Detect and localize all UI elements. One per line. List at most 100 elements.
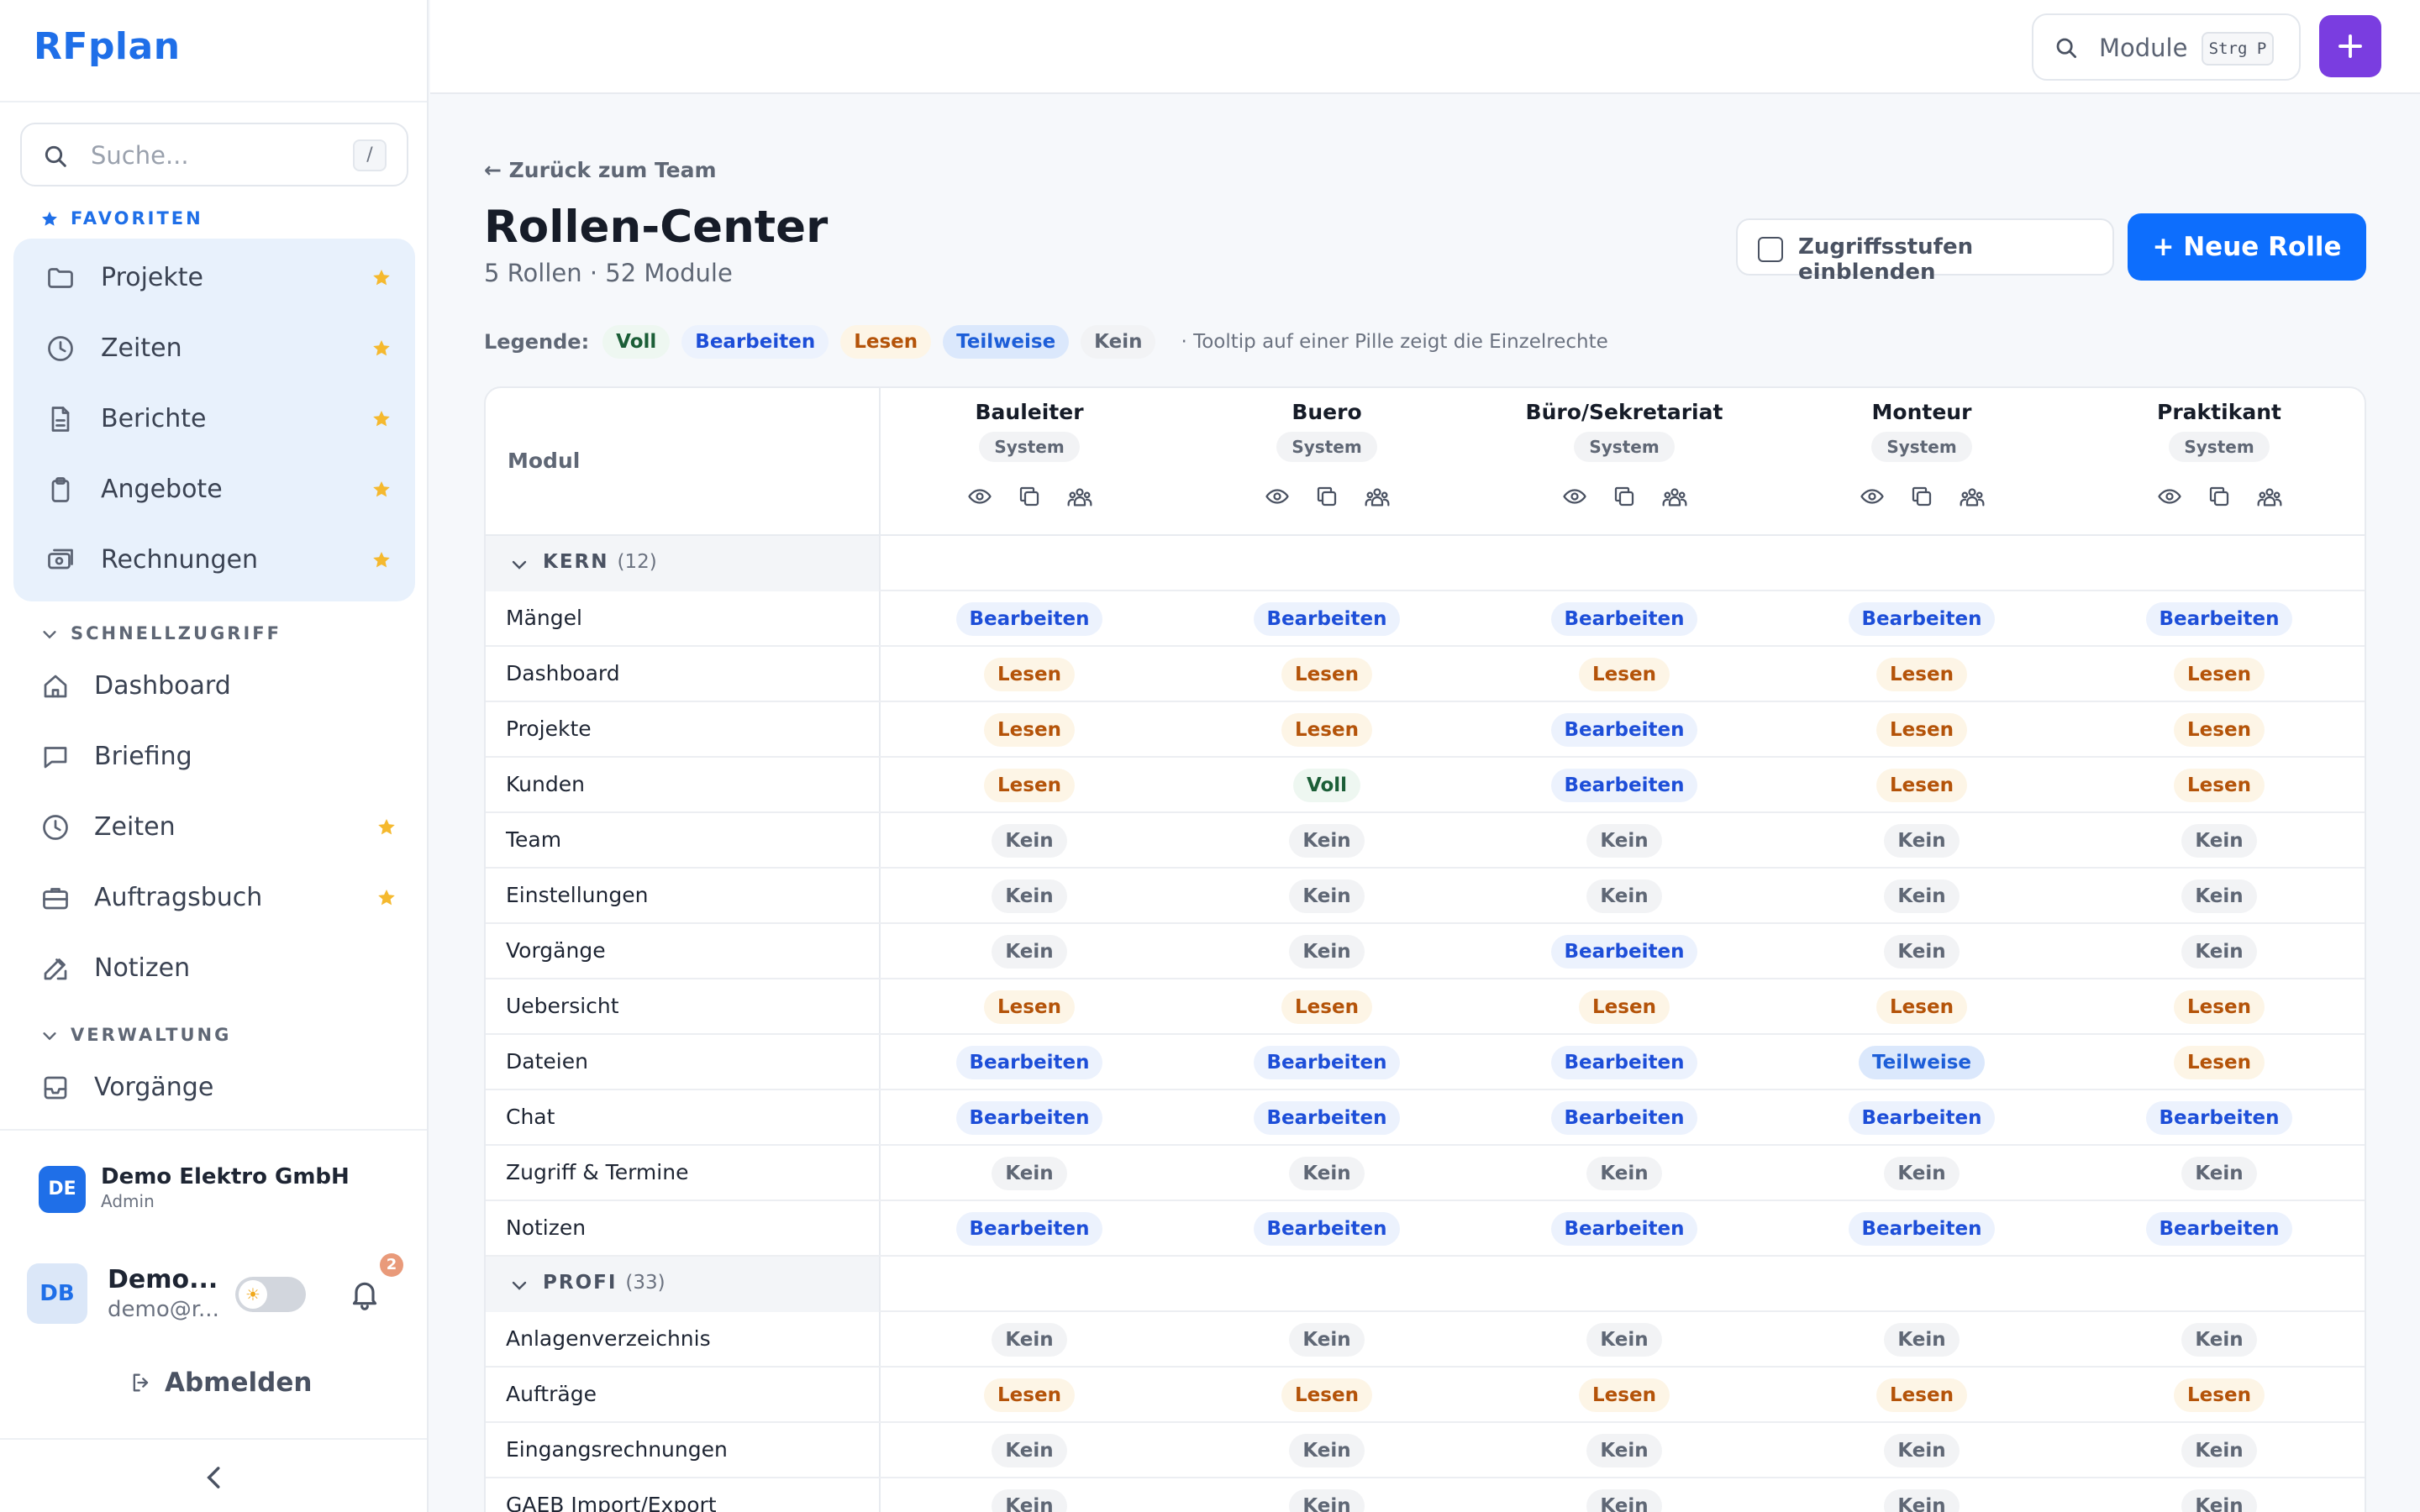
permission-pill[interactable]: Kein (1289, 1434, 1365, 1467)
permission-pill[interactable]: Kein (992, 1323, 1067, 1357)
permission-pill[interactable]: Kein (1289, 935, 1365, 969)
copy-icon[interactable] (1909, 484, 1934, 511)
permission-pill[interactable]: Kein (992, 935, 1067, 969)
chevron-down-icon[interactable] (509, 1275, 529, 1295)
permission-pill[interactable]: Kein (1586, 879, 1662, 913)
permission-pill[interactable]: Kein (2181, 935, 2257, 969)
permission-pill[interactable]: Lesen (984, 990, 1075, 1024)
role-name[interactable]: Monteur (1773, 400, 2070, 424)
permission-pill[interactable]: Kein (1289, 1323, 1365, 1357)
chevron-down-icon[interactable] (40, 1026, 59, 1045)
chevron-down-icon[interactable] (509, 554, 529, 575)
permission-pill[interactable]: Bearbeiten (955, 1101, 1103, 1135)
permission-pill[interactable]: Lesen (984, 713, 1075, 747)
permission-pill[interactable]: Kein (2181, 879, 2257, 913)
permission-pill[interactable]: Lesen (1579, 658, 1670, 691)
permission-pill[interactable]: Kein (992, 1157, 1067, 1190)
permission-pill[interactable]: Kein (1586, 1434, 1662, 1467)
permission-pill[interactable]: Lesen (1281, 713, 1372, 747)
permission-pill[interactable]: Bearbeiten (1253, 1212, 1401, 1246)
permission-pill[interactable]: Kein (992, 1434, 1067, 1467)
permission-pill[interactable]: Bearbeiten (1550, 602, 1698, 636)
theme-toggle[interactable]: ☀ (235, 1277, 306, 1312)
users-icon[interactable] (1066, 484, 1093, 511)
sidebar-item-berichte[interactable]: Berichte (13, 390, 415, 449)
permission-pill[interactable]: Bearbeiten (1253, 1046, 1401, 1079)
permission-pill[interactable]: Lesen (2174, 1046, 2265, 1079)
sidebar-item-zeiten[interactable]: Zeiten (13, 798, 415, 857)
sidebar-item-dashboard[interactable]: Dashboard (13, 657, 415, 716)
role-name[interactable]: Praktikant (2070, 400, 2365, 424)
permission-pill[interactable]: Bearbeiten (955, 602, 1103, 636)
permission-pill[interactable]: Kein (2181, 1323, 2257, 1357)
users-icon[interactable] (1959, 484, 1986, 511)
permission-pill[interactable]: Kein (1586, 824, 1662, 858)
eye-icon[interactable] (1860, 484, 1885, 511)
permission-pill[interactable]: Lesen (1876, 1378, 1967, 1412)
role-name[interactable]: Bauleiter (881, 400, 1178, 424)
eye-icon[interactable] (967, 484, 992, 511)
permission-pill[interactable]: Kein (1289, 879, 1365, 913)
sidebar-item-auftragsbuch[interactable]: Auftragsbuch (13, 869, 415, 927)
group-row-kern[interactable]: KERN (12) (486, 536, 2365, 591)
permission-pill[interactable]: Bearbeiten (1848, 602, 1996, 636)
permission-pill[interactable]: Lesen (984, 1378, 1075, 1412)
permission-pill[interactable]: Bearbeiten (1550, 769, 1698, 802)
permission-pill[interactable]: Kein (1884, 1323, 1960, 1357)
permission-pill[interactable]: Kein (992, 879, 1067, 913)
permission-pill[interactable]: Kein (1884, 1489, 1960, 1512)
permission-pill[interactable]: Kein (1586, 1323, 1662, 1357)
back-link[interactable]: ← Zurück zum Team (484, 158, 717, 182)
permission-pill[interactable]: Kein (992, 824, 1067, 858)
permission-pill[interactable]: Bearbeiten (955, 1046, 1103, 1079)
permission-pill[interactable]: Kein (1289, 1489, 1365, 1512)
sidebar-item-projekte[interactable]: Projekte (13, 249, 415, 307)
eye-icon[interactable] (1265, 484, 1290, 511)
star-icon[interactable] (371, 480, 392, 500)
permission-pill[interactable]: Lesen (1281, 658, 1372, 691)
permission-pill[interactable]: Bearbeiten (955, 1212, 1103, 1246)
permission-pill[interactable]: Bearbeiten (1848, 1101, 1996, 1135)
permission-pill[interactable]: Kein (1586, 1489, 1662, 1512)
permission-pill[interactable]: Lesen (1876, 990, 1967, 1024)
bell-icon[interactable] (348, 1277, 381, 1310)
collapse-sidebar-icon[interactable] (198, 1462, 230, 1494)
role-name[interactable]: Buero (1178, 400, 1476, 424)
chevron-down-icon[interactable] (40, 625, 59, 643)
org-name[interactable]: Demo Elektro GmbH (101, 1164, 350, 1189)
permission-pill[interactable]: Bearbeiten (2145, 1212, 2293, 1246)
sidebar-item-zeiten[interactable]: Zeiten (13, 319, 415, 378)
brand-logo[interactable]: RFplan (34, 25, 181, 68)
users-icon[interactable] (1661, 484, 1688, 511)
create-button[interactable] (2319, 15, 2381, 77)
org-avatar[interactable]: DE (39, 1166, 86, 1213)
permission-pill[interactable]: Bearbeiten (1550, 935, 1698, 969)
permission-pill[interactable]: Teilweise (1858, 1046, 1986, 1079)
sidebar-item-notizen[interactable]: Notizen (13, 939, 415, 998)
permission-pill[interactable]: Lesen (1876, 658, 1967, 691)
group-row-profi[interactable]: PROFI (33) (486, 1257, 2365, 1312)
permission-pill[interactable]: Bearbeiten (1550, 713, 1698, 747)
permission-pill[interactable]: Lesen (2174, 769, 2265, 802)
permission-pill[interactable]: Lesen (984, 769, 1075, 802)
permission-pill[interactable]: Bearbeiten (1550, 1046, 1698, 1079)
permission-pill[interactable]: Lesen (1579, 990, 1670, 1024)
permission-pill[interactable]: Lesen (1281, 990, 1372, 1024)
permission-pill[interactable]: Kein (2181, 1434, 2257, 1467)
star-icon[interactable] (371, 550, 392, 570)
sidebar-item-rechnungen[interactable]: Rechnungen (13, 531, 415, 590)
permission-pill[interactable]: Bearbeiten (2145, 602, 2293, 636)
star-icon[interactable] (371, 409, 392, 429)
permission-pill[interactable]: Kein (1884, 1157, 1960, 1190)
permission-pill[interactable]: Bearbeiten (1550, 1101, 1698, 1135)
permission-pill[interactable]: Lesen (2174, 713, 2265, 747)
permission-pill[interactable]: Kein (1884, 1434, 1960, 1467)
star-icon[interactable] (376, 888, 397, 908)
permission-pill[interactable]: Lesen (2174, 658, 2265, 691)
permission-pill[interactable]: Kein (1289, 1157, 1365, 1190)
permission-pill[interactable]: Lesen (984, 658, 1075, 691)
copy-icon[interactable] (2207, 484, 2232, 511)
sidebar-search[interactable]: Suche... / (20, 123, 408, 186)
new-role-button[interactable]: + Neue Rolle (2128, 213, 2366, 281)
module-search-button[interactable]: Module Strg P (2032, 13, 2301, 81)
